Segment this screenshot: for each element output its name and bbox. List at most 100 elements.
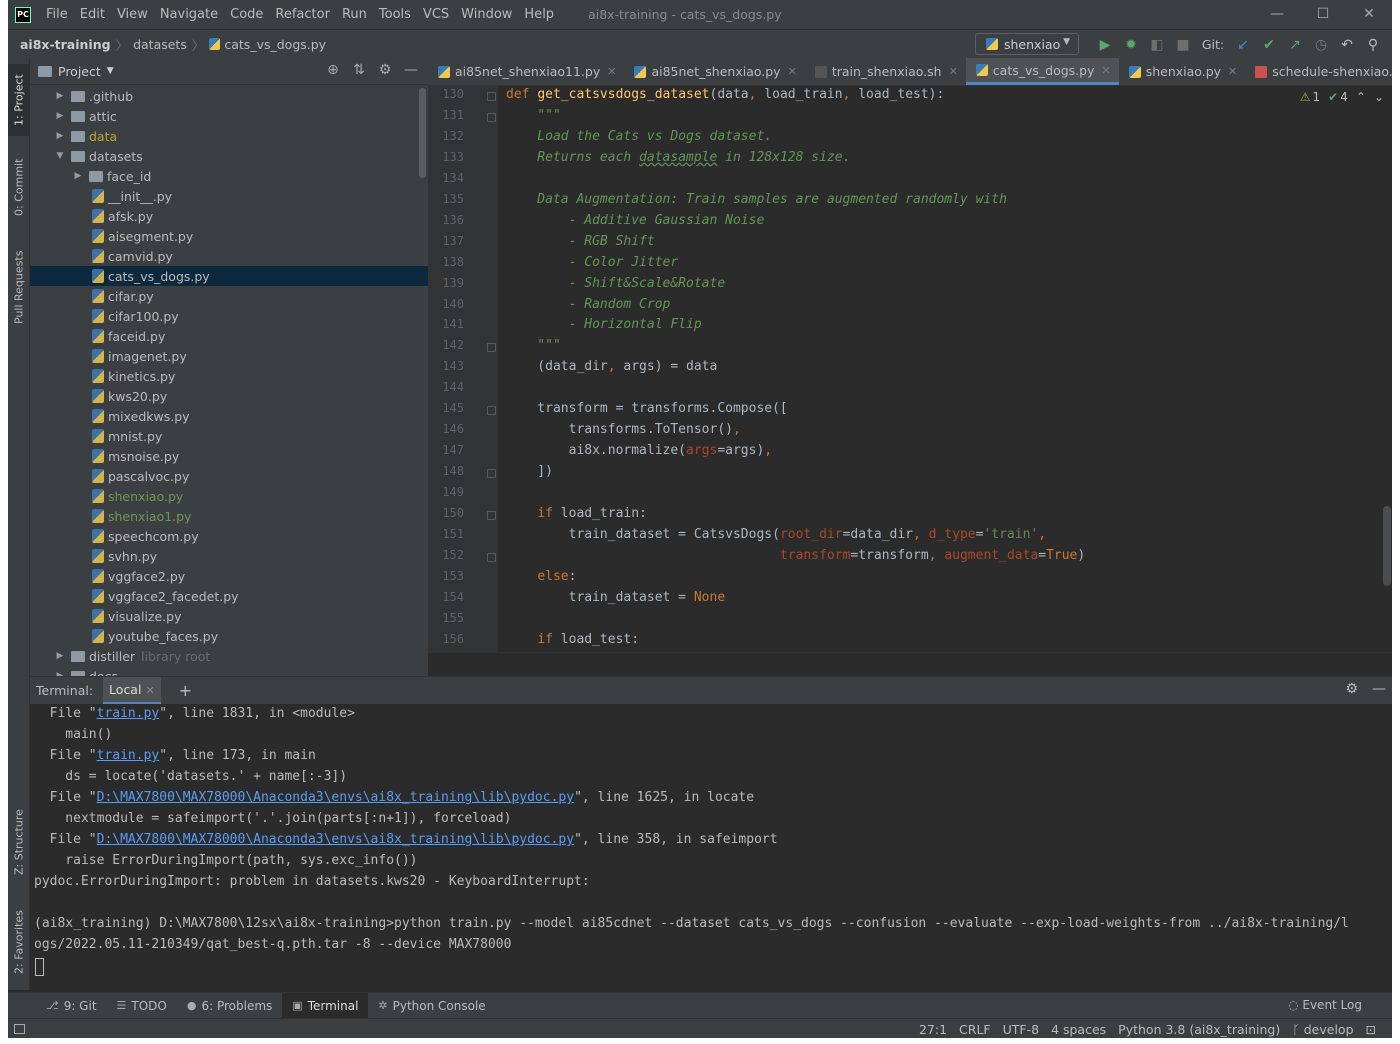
tree-file[interactable]: vggface2_facedet.py <box>30 586 428 606</box>
bottom-tab[interactable]: ⎇ 9: Git <box>36 993 107 1019</box>
collapse-all-icon[interactable]: ⇅ <box>346 62 372 78</box>
git-branch[interactable]: ᚴ develop <box>1292 1022 1353 1037</box>
editor-horizontal-scroll[interactable] <box>428 652 1392 676</box>
terminal-link[interactable]: train.py <box>97 748 160 763</box>
tree-file[interactable]: shenxiao.py <box>30 486 428 506</box>
event-log-button[interactable]: ◌ Event Log <box>1288 998 1362 1012</box>
editor-tab[interactable]: ai85net_shenxiao11.py ✕ <box>428 58 624 85</box>
caret-position[interactable]: 27:1 <box>919 1022 947 1037</box>
menu-item-vcs[interactable]: VCS <box>417 7 455 22</box>
tree-file[interactable]: mixedkws.py <box>30 406 428 426</box>
file-encoding[interactable]: UTF-8 <box>1003 1022 1039 1037</box>
menu-item-navigate[interactable]: Navigate <box>154 7 224 22</box>
layout-icon[interactable] <box>14 1023 25 1034</box>
rollback-icon[interactable]: ↶ <box>1334 37 1360 53</box>
tool-tab-structure[interactable]: Z: Structure <box>8 800 30 884</box>
bottom-tab[interactable]: ✲ Python Console <box>368 993 495 1019</box>
terminal-link[interactable]: D:\MAX7800\MAX78000\Anaconda3\envs\ai8x_… <box>97 832 574 847</box>
gear-icon[interactable]: ⚙ <box>1345 681 1358 697</box>
tree-file[interactable]: youtube_faces.py <box>30 626 428 646</box>
tree-folder[interactable]: ▶ face_id <box>30 166 428 186</box>
editor-tab[interactable]: ai85net_shenxiao.py ✕ <box>624 58 804 85</box>
chevron-down-icon[interactable]: ▼ <box>54 151 66 161</box>
menu-item-file[interactable]: File <box>40 7 74 22</box>
tool-tab-favorites[interactable]: 2: Favorites <box>8 900 30 984</box>
git-commit-icon[interactable]: ✔ <box>1256 37 1282 53</box>
terminal-output[interactable]: File "train.py", line 1831, in <module> … <box>30 704 1392 992</box>
bottom-tab[interactable]: ▣ Terminal <box>282 992 369 1019</box>
tree-file[interactable]: aisegment.py <box>30 226 428 246</box>
python-interpreter[interactable]: Python 3.8 (ai8x_training) <box>1118 1022 1280 1037</box>
locate-icon[interactable]: ⊕ <box>320 62 346 78</box>
chevron-down-icon[interactable]: ⌄ <box>1374 90 1384 104</box>
fold-marker-icon[interactable] <box>487 511 496 520</box>
chevron-right-icon[interactable]: ▶ <box>54 91 66 101</box>
fold-marker-icon[interactable] <box>487 552 496 562</box>
tree-file[interactable]: vggface2.py <box>30 566 428 586</box>
menu-item-view[interactable]: View <box>111 7 154 22</box>
tool-tab-project[interactable]: 1: Project <box>8 64 30 136</box>
editor-tab[interactable]: train_shenxiao.sh ✕ <box>805 58 966 85</box>
fold-marker-icon[interactable] <box>487 469 496 479</box>
tree-file[interactable]: imagenet.py <box>30 346 428 366</box>
tree-folder[interactable]: ▶ data <box>30 126 428 146</box>
git-update-icon[interactable]: ↙ <box>1230 37 1256 53</box>
menu-item-run[interactable]: Run <box>336 7 373 22</box>
tool-tab-pull-requests[interactable]: Pull Requests <box>8 242 30 332</box>
stop-icon[interactable]: ■ <box>1170 37 1196 53</box>
editor-tab[interactable]: schedule-shenxiao.yaml✕ <box>1245 58 1392 85</box>
close-icon[interactable]: ✕ <box>949 65 958 78</box>
fold-marker-icon[interactable] <box>487 112 496 122</box>
close-icon[interactable]: ✕ <box>145 684 154 697</box>
menu-item-help[interactable]: Help <box>518 7 560 22</box>
tool-tab-commit[interactable]: 0: Commit <box>8 152 30 222</box>
fold-marker-icon[interactable] <box>487 406 496 416</box>
tree-file[interactable]: pascalvoc.py <box>30 466 428 486</box>
tree-folder[interactable]: ▶ attic <box>30 106 428 126</box>
coverage-icon[interactable]: ◧ <box>1144 37 1170 53</box>
menu-item-edit[interactable]: Edit <box>74 7 111 22</box>
tree-file[interactable]: cats_vs_dogs.py <box>30 266 428 286</box>
chevron-right-icon[interactable]: ▶ <box>54 131 66 141</box>
terminal-tab-local[interactable]: Local ✕ <box>103 677 161 704</box>
tree-file[interactable]: mnist.py <box>30 426 428 446</box>
tree-file[interactable]: kinetics.py <box>30 366 428 386</box>
chevron-up-icon[interactable]: ⌃ <box>1356 90 1366 104</box>
tree-folder[interactable]: ▼ datasets <box>30 146 428 166</box>
close-icon[interactable]: ✕ <box>1346 0 1392 29</box>
run-config-dropdown[interactable]: shenxiao ▼ <box>975 33 1079 55</box>
run-icon[interactable]: ▶ <box>1092 37 1118 53</box>
tree-file[interactable]: camvid.py <box>30 246 428 266</box>
tree-file[interactable]: cifar100.py <box>30 306 428 326</box>
search-icon[interactable]: ⚲ <box>1360 37 1386 53</box>
history-icon[interactable]: ◷ <box>1308 37 1334 53</box>
terminal-link[interactable]: D:\MAX7800\MAX78000\Anaconda3\envs\ai8x_… <box>97 790 574 805</box>
close-icon[interactable]: ✕ <box>1102 64 1111 77</box>
tree-file[interactable]: speechcom.py <box>30 526 428 546</box>
chevron-right-icon[interactable]: ▶ <box>54 651 66 661</box>
breadcrumb-folder[interactable]: datasets <box>133 37 187 52</box>
minimize-icon[interactable]: — <box>1254 0 1300 29</box>
close-icon[interactable]: ✕ <box>607 65 616 78</box>
line-separator[interactable]: CRLF <box>959 1022 991 1037</box>
breadcrumb-file[interactable]: cats_vs_dogs.py <box>224 37 326 52</box>
tree-file[interactable]: msnoise.py <box>30 446 428 466</box>
hide-icon[interactable]: — <box>398 62 424 78</box>
tree-folder[interactable]: ▶ .github <box>30 86 428 106</box>
tree-file[interactable]: __init__.py <box>30 186 428 206</box>
code-editor[interactable]: 130 131 132 133 134 135 136 137 138 139 140 141 142 1… <box>428 86 1392 652</box>
close-icon[interactable]: ✕ <box>788 65 797 78</box>
menu-item-refactor[interactable]: Refactor <box>269 7 336 22</box>
editor-tab[interactable]: cats_vs_dogs.py ✕ <box>965 58 1119 85</box>
maximize-icon[interactable]: ☐ <box>1300 0 1346 29</box>
tree-file[interactable]: shenxiao1.py <box>30 506 428 526</box>
chevron-right-icon[interactable]: ▶ <box>54 111 66 121</box>
hide-icon[interactable]: — <box>1372 681 1386 697</box>
terminal-link[interactable]: train.py <box>97 706 160 721</box>
menu-item-code[interactable]: Code <box>224 7 269 22</box>
plus-icon[interactable]: + <box>179 681 192 700</box>
tree-file[interactable]: cifar.py <box>30 286 428 306</box>
inspection-widget[interactable]: ⚠ 1 ✔ 4 ⌃ ⌄ <box>1300 90 1384 104</box>
tree-file[interactable]: afsk.py <box>30 206 428 226</box>
menu-item-tools[interactable]: Tools <box>373 7 417 22</box>
